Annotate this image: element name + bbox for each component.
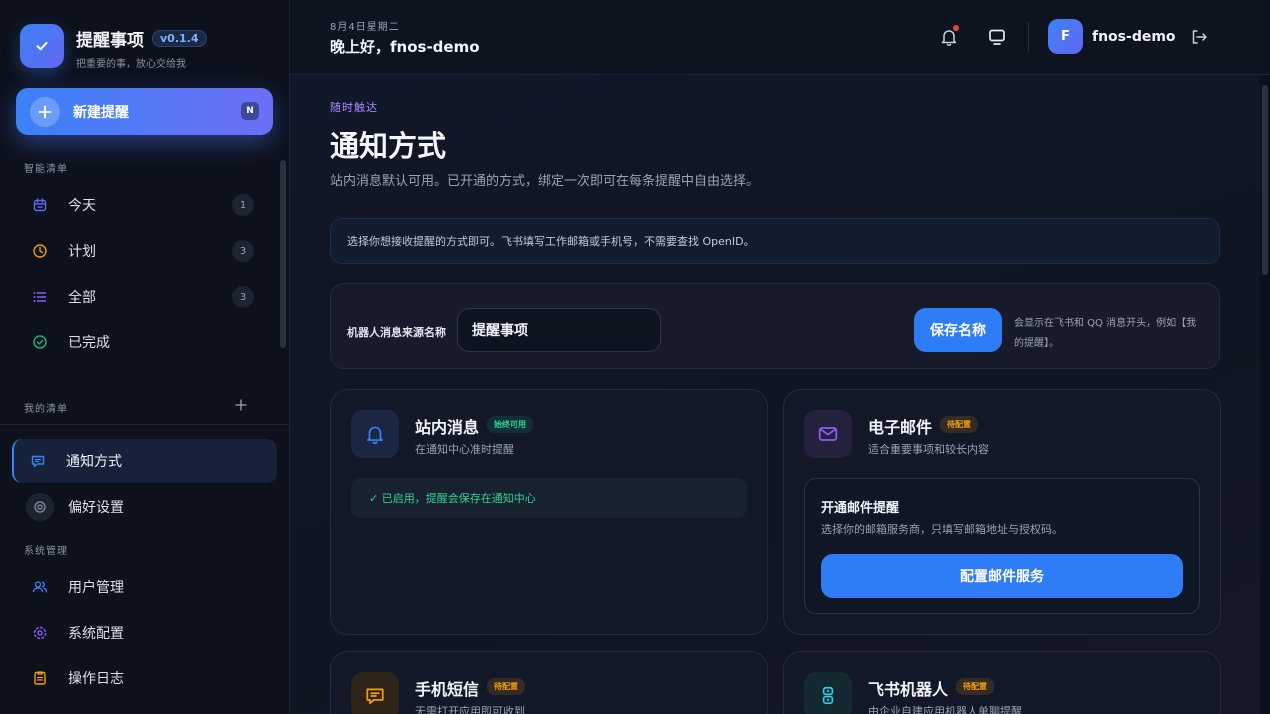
email-setup-title: 开通邮件提醒 [821,501,900,516]
calendar-icon [32,197,48,213]
page-eyebrow: 随时触达 [330,101,378,114]
bell-icon [351,410,399,458]
sidebar-item-label: 用户管理 [68,580,124,596]
clock-icon [32,243,48,259]
sidebar-item-label: 计划 [68,244,96,260]
current-date: 8月4日星期二 [330,22,400,33]
new-reminder-label: 新建提醒 [73,104,129,121]
sidebar-item-today[interactable]: 今天 1 [16,185,276,225]
sidebar-item-label: 全部 [68,290,96,306]
channel-card-feishu: 飞书机器人 待配置 由企业自建应用机器人单聊提醒 [783,651,1221,714]
gear-icon [32,625,48,641]
brand-title: 提醒事项 [76,31,144,51]
channel-title: 手机短信 [415,680,480,699]
channel-desc: 在通知中心准时提醒 [415,443,514,456]
robot-icon [804,672,852,714]
sidebar-item-label: 通知方式 [66,454,122,470]
sidebar-scrollbar[interactable] [280,160,286,348]
brand-subtitle: 把重要的事，放心交给我 [76,59,186,70]
status-badge: 待配置 [940,416,978,433]
sidebar-item-preferences[interactable]: 偏好设置 [16,487,276,527]
mail-icon [804,410,852,458]
version-badge: v0.1.4 [152,30,207,47]
channel-title: 电子邮件 [868,418,933,437]
sidebar-item-label: 偏好设置 [68,500,124,516]
sidebar-item-completed[interactable]: 已完成 [16,322,276,362]
user-name[interactable]: fnos-demo [1092,29,1176,45]
sidebar-item-label: 系统配置 [68,626,124,642]
sidebar-item-planned[interactable]: 计划 3 [16,231,276,271]
channel-title: 飞书机器人 [868,680,949,699]
top-bar: 8月4日星期二 晚上好，fnos-demo F fnos-demo [290,0,1270,75]
channel-desc: 无需打开应用即可收到 [415,705,525,714]
greeting: 晚上好，fnos-demo [330,38,480,56]
new-reminder-button[interactable]: 新建提醒 N [16,88,273,135]
status-badge: 待配置 [487,678,525,695]
channel-card-sms: 手机短信 待配置 无需打开应用即可收到 [330,651,768,714]
check-circle-icon [32,334,48,350]
email-setup-desc: 选择你的邮箱服务商，只填写邮箱地址与授权码。 [821,523,1063,536]
sidebar-item-system-config[interactable]: 系统配置 [16,613,276,653]
sidebar-item-label: 已完成 [68,335,110,351]
shortcut-key: N [241,102,259,120]
plus-icon [30,96,60,127]
bell-icon[interactable] [938,25,960,48]
sidebar-item-users[interactable]: 用户管理 [16,567,276,607]
info-banner: 选择你想接收提醒的方式即可。飞书填写工作邮箱或手机号，不需要查找 OpenID。 [330,218,1220,264]
message-icon [30,453,46,469]
page-scrollbar[interactable] [1262,85,1268,275]
list-icon [32,289,48,305]
status-badge: 始终可用 [487,416,533,433]
sidebar-item-all[interactable]: 全部 3 [16,277,276,317]
divider [0,424,290,425]
configure-email-button[interactable]: 配置邮件服务 [821,554,1183,598]
email-setup-box: 开通邮件提醒 选择你的邮箱服务商，只填写邮箱地址与授权码。 配置邮件服务 [804,478,1200,614]
my-lists-heading: 我的清单 [24,404,68,415]
channel-card-in-app: 站内消息 始终可用 在通知中心准时提醒 ✓ 已启用，提醒会保存在通知中心 [330,389,768,635]
logout-icon[interactable] [1188,26,1210,48]
sender-name-hint: 会显示在飞书和 QQ 消息开头，例如【我的提醒】。 [1014,318,1197,349]
brand: 提醒事项 v0.1.4 把重要的事，放心交给我 [20,24,207,70]
avatar[interactable]: F [1048,19,1083,54]
channel-desc: 由企业自建应用机器人单聊提醒 [868,705,1022,714]
sender-name-label: 机器人消息来源名称 [347,326,446,339]
smart-lists-heading: 智能清单 [24,164,68,175]
channel-title: 站内消息 [415,418,480,437]
main-content: 随时触达 通知方式 站内消息默认可用。已开通的方式，绑定一次即可在每条提醒中自由… [290,75,1260,714]
add-list-icon[interactable] [232,396,250,414]
enabled-status: ✓ 已启用，提醒会保存在通知中心 [351,478,747,518]
sms-icon [351,672,399,714]
logo-check-icon [20,24,64,68]
sidebar-item-label: 操作日志 [68,671,124,687]
channel-card-email: 电子邮件 待配置 适合重要事项和较长内容 开通邮件提醒 选择你的邮箱服务商，只填… [783,389,1221,635]
status-badge: 待配置 [956,678,994,695]
clipboard-icon [32,670,48,686]
users-icon [32,579,48,595]
count-badge: 1 [232,194,254,216]
sidebar-item-label: 今天 [68,198,96,214]
page-title: 通知方式 [330,129,447,163]
channel-desc: 适合重要事项和较长内容 [868,443,989,456]
sidebar: 提醒事项 v0.1.4 把重要的事，放心交给我 新建提醒 N 智能清单 今天 1 … [0,0,290,714]
settings-icon [26,493,54,521]
system-heading: 系统管理 [24,546,68,557]
sender-name-card: 机器人消息来源名称 保存名称 会显示在飞书和 QQ 消息开头，例如【我的提醒】。 [330,283,1220,369]
count-badge: 3 [232,286,254,308]
page-subtitle: 站内消息默认可用。已开通的方式，绑定一次即可在每条提醒中自由选择。 [330,174,760,189]
monitor-icon[interactable] [986,26,1008,48]
sidebar-item-logs[interactable]: 操作日志 [16,658,276,698]
sender-name-input[interactable] [457,308,661,352]
divider [1028,22,1029,52]
sidebar-item-notification-methods[interactable]: 通知方式 [12,439,277,483]
save-name-button[interactable]: 保存名称 [914,308,1002,352]
notification-dot [953,25,959,31]
count-badge: 3 [232,240,254,262]
